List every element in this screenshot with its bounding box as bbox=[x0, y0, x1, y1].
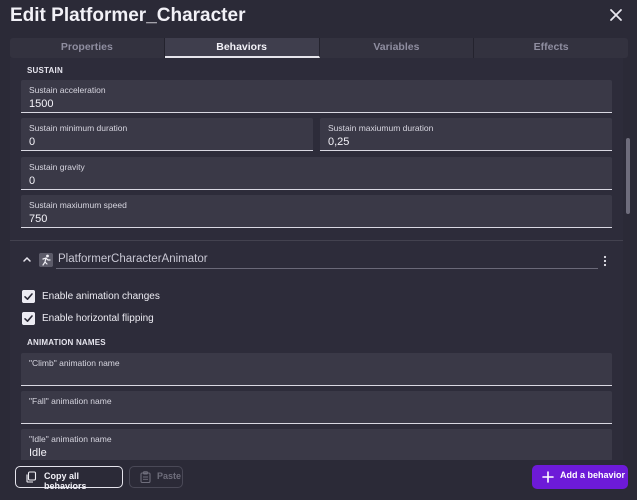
field-label: Sustain maxiumum duration bbox=[328, 123, 434, 133]
climb-animation-field[interactable]: "Climb" animation name bbox=[21, 353, 612, 386]
field-label: "Idle" animation name bbox=[29, 434, 112, 444]
field-label: Sustain maxiumum speed bbox=[29, 200, 127, 210]
sustain-max-speed-field[interactable]: Sustain maxiumum speed 750 bbox=[21, 195, 612, 228]
add-behavior-button[interactable]: Add a behavior bbox=[532, 465, 628, 489]
field-label: Sustain gravity bbox=[29, 162, 85, 172]
more-options-icon[interactable] bbox=[601, 254, 609, 268]
field-label: Sustain acceleration bbox=[29, 85, 106, 95]
button-label: Add a behavior bbox=[560, 470, 626, 480]
tab-properties[interactable]: Properties bbox=[10, 38, 165, 58]
tab-behaviors[interactable]: Behaviors bbox=[164, 38, 320, 58]
field-value: 0,25 bbox=[328, 136, 350, 148]
copy-icon bbox=[26, 471, 37, 483]
field-value: 0 bbox=[29, 136, 36, 148]
behavior-header: PlatformerCharacterAnimator bbox=[20, 251, 620, 269]
sustain-section-label: SUSTAIN bbox=[27, 66, 63, 75]
field-value: 1500 bbox=[29, 98, 54, 110]
animation-names-section-label: ANIMATION NAMES bbox=[27, 338, 106, 347]
plus-icon bbox=[542, 471, 554, 483]
dialog-titlebar: Edit Platformer_Character bbox=[0, 0, 637, 34]
chevron-up-icon[interactable] bbox=[22, 254, 32, 264]
tab-variables[interactable]: Variables bbox=[320, 38, 475, 58]
copy-all-behaviors-button[interactable]: Copy all behaviors bbox=[15, 466, 123, 491]
section-divider bbox=[10, 240, 623, 241]
field-label: "Fall" animation name bbox=[29, 396, 112, 406]
fall-animation-field[interactable]: "Fall" animation name bbox=[21, 391, 612, 424]
tab-bar: Properties Behaviors Variables Effects bbox=[10, 38, 628, 58]
sustain-max-duration-field[interactable]: Sustain maxiumum duration 0,25 bbox=[320, 118, 612, 151]
behavior-animator-icon bbox=[39, 253, 53, 267]
button-label: Paste bbox=[157, 471, 182, 481]
field-label: Sustain minimum duration bbox=[29, 123, 128, 133]
sustain-gravity-field[interactable]: Sustain gravity 0 bbox=[21, 157, 612, 190]
scrollbar-track[interactable] bbox=[625, 58, 631, 460]
field-value: 750 bbox=[29, 213, 48, 225]
checkbox-label: Enable animation changes bbox=[42, 291, 160, 302]
close-icon[interactable] bbox=[607, 6, 625, 24]
clipboard-icon bbox=[140, 471, 151, 483]
field-value: Idle bbox=[29, 447, 47, 459]
idle-animation-field[interactable]: "Idle" animation name Idle bbox=[21, 429, 612, 460]
sustain-acceleration-field[interactable]: Sustain acceleration 1500 bbox=[21, 80, 612, 113]
dialog-title: Edit Platformer_Character bbox=[10, 5, 246, 26]
checkbox-label: Enable horizontal flipping bbox=[42, 313, 154, 324]
sustain-min-duration-field[interactable]: Sustain minimum duration 0 bbox=[21, 118, 313, 151]
tab-effects[interactable]: Effects bbox=[474, 38, 628, 58]
button-label: Copy all behaviors bbox=[44, 471, 87, 491]
field-label: "Climb" animation name bbox=[29, 358, 120, 368]
field-value: 0 bbox=[29, 175, 36, 187]
paste-button[interactable]: Paste bbox=[129, 466, 183, 488]
behavior-name-input[interactable]: PlatformerCharacterAnimator bbox=[56, 251, 598, 269]
checkbox-checked-icon[interactable] bbox=[22, 290, 35, 303]
scrollbar-thumb[interactable] bbox=[626, 138, 630, 214]
checkbox-checked-icon[interactable] bbox=[22, 312, 35, 325]
